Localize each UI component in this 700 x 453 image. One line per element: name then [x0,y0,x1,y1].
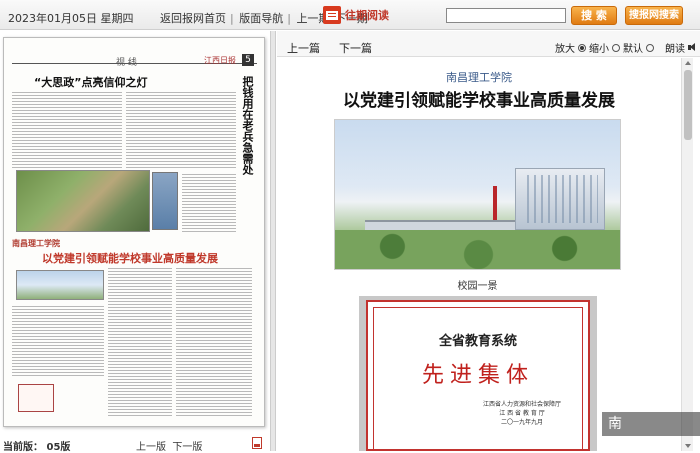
pdf-icon[interactable] [252,437,262,449]
text-column [12,304,104,378]
next-article-link[interactable]: 下一篇 [339,40,372,56]
certificate-line1: 全省教育系统 [438,334,517,349]
campus-photo [334,119,621,270]
newspaper-page-image[interactable]: 视 线 江西日报 5 “大思政”点亮信仰之灯 把钱用在老兵急需处 南昌理工学院 … [3,37,265,427]
building-shape [515,168,605,230]
watermark: 南 [602,412,700,436]
section-name: 视 线 [116,58,137,68]
campus-thumb-photo [16,270,104,300]
speaker-icon[interactable] [688,43,697,52]
certificate-thumb [18,384,54,412]
search-button[interactable]: 搜 索 [571,6,617,25]
sidebar-photo [152,172,178,230]
default-radio[interactable] [646,43,654,52]
top-toolbar: 2023年01月05日 星期四 返回报网首页 | 版面导航 | 上一期 下一期 往期… [0,0,700,30]
zoom-controls: 放大 缩小 默认 朗读 [555,40,697,55]
next-page-link[interactable]: 下一版 [172,442,202,453]
text-column [126,90,236,168]
certificate-photo: 全省教育系统 先进集体 江西省人力资源和社会保障厅 江 西 省 教 育 厅 二〇… [359,296,597,451]
prev-article-link[interactable]: 上一篇 [287,40,320,56]
scroll-down-icon[interactable] [685,444,691,448]
scroll-thumb[interactable] [684,70,692,140]
web-search-button[interactable]: 搜报网搜索 [625,6,683,25]
page-number-badge: 5 [242,54,254,66]
photo-caption: 校园一景 [457,281,498,292]
article-scrollbar[interactable] [681,58,693,451]
layout-nav-link[interactable]: 版面导航 [239,10,283,26]
issue-date: 2023年01月05日 星期四 [8,12,134,25]
zoom-out-radio[interactable] [612,43,620,52]
page-thumbnail-panel: 视 线 江西日报 5 “大思政”点亮信仰之灯 把钱用在老兵急需处 南昌理工学院 … [0,31,270,435]
trees-shape [335,230,620,269]
zoom-in-label: 放大 [555,44,575,55]
past-issues-label: 往期阅读 [345,9,389,22]
article-link-party-building[interactable]: 以党建引领赋能学校事业高质量发展 [42,250,218,266]
prev-page-link[interactable]: 上一版 [136,442,166,453]
article-link-veterans[interactable]: 把钱用在老兵急需处 [240,76,254,175]
certificate-issuers: 江西省人力资源和社会保障厅 江 西 省 教 育 厅 二〇一九年九月 [482,401,561,426]
article-title: 以党建引领赋能学校事业高质量发展 [343,91,615,111]
article-panel: 上一篇 下一篇 放大 缩小 默认 朗读 南昌理工学院 以党建引领赋能学校事业高质… [277,31,700,451]
default-label: 默认 [623,44,643,55]
home-link[interactable]: 返回报网首页 [160,10,226,26]
text-column [108,266,172,416]
masthead-logo: 江西日报 [204,56,236,65]
past-issues-button[interactable]: 往期阅读 [323,6,389,24]
zoom-out-label: 缩小 [589,44,609,55]
scroll-up-icon[interactable] [685,61,691,65]
search-input[interactable] [446,8,566,23]
edition-footer: 当前版： 05版 上一版 下一版 [0,436,270,453]
certificate-line2: 先进集体 [421,363,534,388]
article-link-dasizheng[interactable]: “大思政”点亮信仰之灯 [34,74,147,90]
zoom-in-radio[interactable] [578,43,586,52]
certificate-frame: 全省教育系统 先进集体 江西省人力资源和社会保障厅 江 西 省 教 育 厅 二〇… [366,300,590,451]
article-subtitle: 南昌理工学院 [446,71,512,84]
article-toolbar: 上一篇 下一篇 放大 缩小 默认 朗读 [277,31,700,57]
read-aloud-label[interactable]: 朗读 [665,40,685,55]
text-column [182,172,236,232]
park-photo [16,170,150,232]
article-kicker: 南昌理工学院 [12,239,60,248]
text-column [12,90,122,168]
panel-divider[interactable] [270,31,276,451]
calendar-icon [323,6,341,24]
text-column [176,266,252,416]
